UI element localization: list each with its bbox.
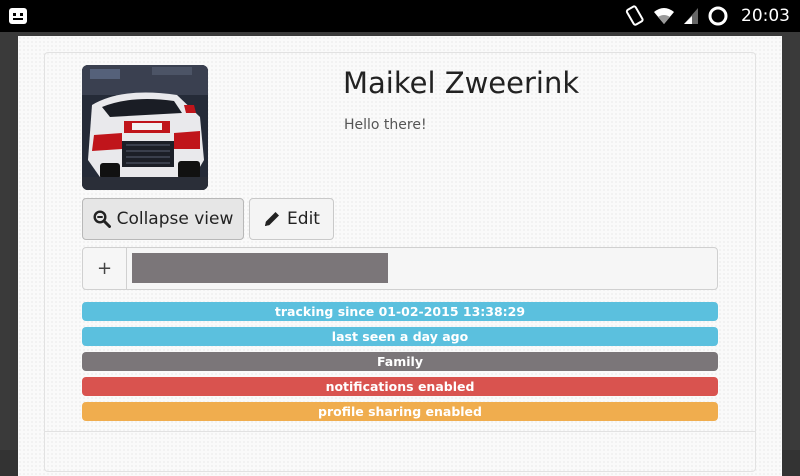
- wifi-icon: [654, 8, 674, 24]
- signal-icon: [684, 8, 698, 24]
- collapse-view-label: Collapse view: [116, 209, 234, 229]
- app-screen: Maikel Zweerink Hello there! Collapse vi…: [0, 32, 800, 476]
- zoom-out-icon: [93, 210, 111, 228]
- progress-input-group: +: [82, 247, 718, 290]
- battery-ring-icon: [708, 6, 728, 26]
- edit-button[interactable]: Edit: [249, 198, 334, 240]
- add-button[interactable]: +: [83, 248, 127, 289]
- status-badge: notifications enabled: [82, 377, 718, 396]
- status-badge: tracking since 01-02-2015 13:38:29: [82, 302, 718, 321]
- collapse-view-button[interactable]: Collapse view: [82, 198, 244, 240]
- profile-greeting: Hello there!: [344, 117, 427, 133]
- status-bar: 20:03: [0, 0, 800, 32]
- race-car-photo: [82, 65, 208, 190]
- app-notification-icon: [9, 8, 27, 24]
- profile-name: Maikel Zweerink: [343, 66, 580, 100]
- page-container: Maikel Zweerink Hello there! Collapse vi…: [18, 36, 782, 476]
- clock: 20:03: [741, 6, 790, 26]
- status-badge: profile sharing enabled: [82, 402, 718, 421]
- rotate-phone-icon: [625, 5, 644, 26]
- progress-bar: [132, 253, 388, 283]
- edit-label: Edit: [287, 209, 320, 229]
- card-divider: [44, 431, 756, 432]
- avatar: [82, 65, 208, 190]
- pencil-icon: [265, 212, 280, 226]
- status-badge: Family: [82, 352, 718, 371]
- status-badge: last seen a day ago: [82, 327, 718, 346]
